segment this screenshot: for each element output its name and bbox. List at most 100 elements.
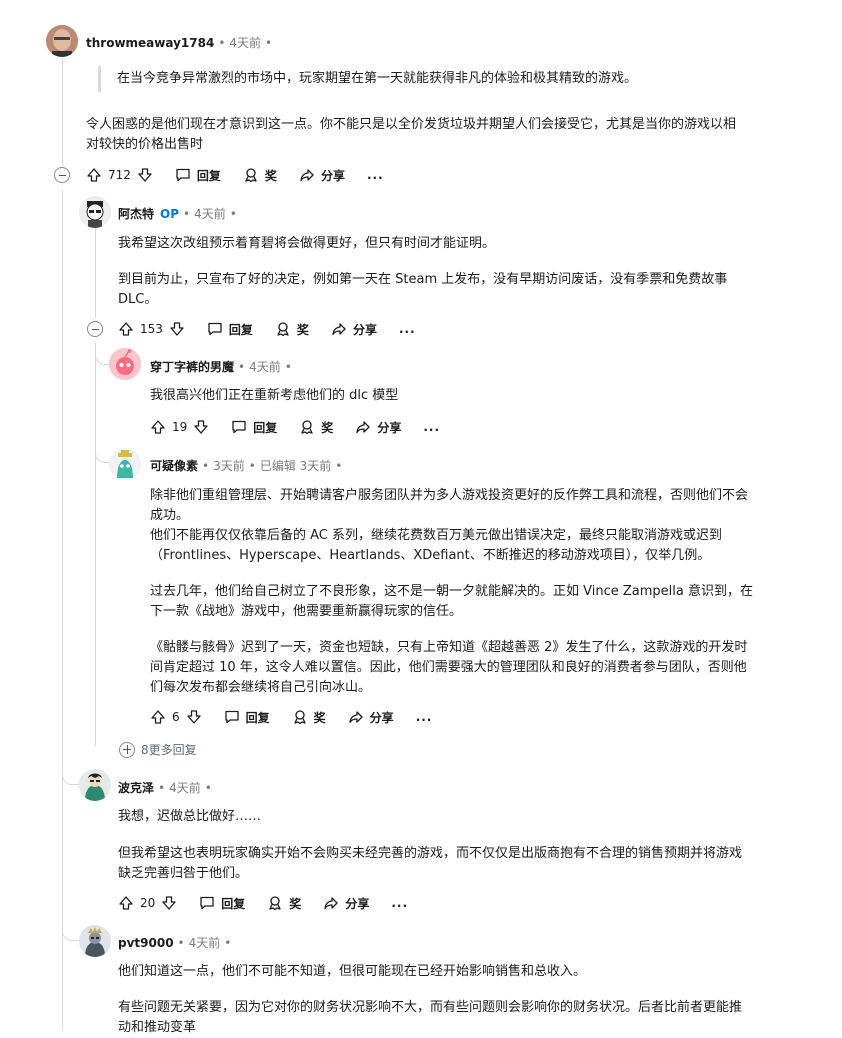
- blockquote: 在当今竞争异常激烈的市场中，玩家期望在第一天就能获得非凡的体验和极其精致的游戏。: [98, 66, 637, 92]
- upvote-icon[interactable]: [118, 321, 134, 337]
- vote-control: 19: [150, 419, 209, 435]
- vote-control: 20: [118, 895, 177, 911]
- comment-body-line: （Frontlines、Hyperscape、Heartlands、XDefia…: [150, 548, 711, 563]
- award-button[interactable]: 奖: [275, 321, 309, 338]
- share-button[interactable]: 分享: [299, 167, 345, 184]
- award-button[interactable]: 奖: [299, 419, 333, 436]
- more-options-button[interactable]: ...: [367, 168, 384, 182]
- username[interactable]: 阿杰特: [118, 205, 154, 222]
- upvote-icon[interactable]: [150, 419, 166, 435]
- username[interactable]: 波克泽: [118, 779, 154, 796]
- thread-branch: [95, 352, 110, 365]
- timestamp[interactable]: 4天前: [194, 205, 226, 222]
- share-icon: [349, 711, 363, 724]
- collapse-icon[interactable]: [54, 167, 70, 183]
- thread-line[interactable]: [62, 58, 63, 166]
- more-options-button[interactable]: ...: [391, 896, 408, 910]
- upvote-icon[interactable]: [118, 895, 134, 911]
- comment-body-line: 我想，迟做总比做好……: [118, 809, 262, 824]
- thread-line[interactable]: [95, 342, 96, 746]
- avatar[interactable]: [79, 925, 111, 957]
- op-badge: OP: [160, 206, 180, 221]
- share-icon: [300, 169, 314, 182]
- timestamp[interactable]: 3天前: [213, 457, 245, 474]
- reply-button[interactable]: 回复: [207, 321, 253, 338]
- share-button[interactable]: 分享: [323, 895, 369, 912]
- award-button[interactable]: 奖: [292, 709, 326, 726]
- username[interactable]: pvt9000: [118, 936, 174, 950]
- edited-label: 已编辑 3天前: [259, 459, 332, 473]
- award-button[interactable]: 奖: [243, 167, 277, 184]
- comment-body-line: 我很高兴他们正在重新考虑他们的 dlc 模型: [150, 388, 399, 403]
- more-options-button[interactable]: ...: [416, 710, 433, 724]
- thread-line[interactable]: [62, 190, 63, 1030]
- reply-icon: [224, 710, 239, 724]
- share-button[interactable]: 分享: [331, 321, 377, 338]
- comment-body-line: 对较快的价格出售时: [86, 137, 204, 152]
- share-icon: [356, 421, 370, 434]
- collapse-icon[interactable]: [87, 321, 103, 337]
- action-bar: 153 回复 奖 分享 ...: [118, 317, 438, 341]
- avatar[interactable]: [79, 196, 111, 228]
- timestamp[interactable]: 4天前: [189, 934, 221, 951]
- action-bar: 6 回复 奖 分享 ...: [150, 705, 454, 729]
- more-options-button[interactable]: ...: [399, 322, 416, 336]
- username[interactable]: 穿丁字裤的男魔: [150, 358, 234, 375]
- downvote-icon[interactable]: [169, 321, 185, 337]
- more-replies-link[interactable]: 8更多回复: [119, 741, 197, 758]
- thread-branch: [62, 770, 79, 785]
- reply-button[interactable]: 回复: [175, 167, 221, 184]
- reply-button[interactable]: 回复: [224, 709, 270, 726]
- share-button[interactable]: 分享: [348, 709, 394, 726]
- share-button[interactable]: 分享: [355, 419, 401, 436]
- username[interactable]: 可疑像素: [150, 457, 198, 474]
- reply-icon: [232, 420, 246, 434]
- comment-meta: pvt9000 • 4天前 •: [118, 934, 232, 951]
- comment-body-line: 成功。: [150, 508, 190, 523]
- vote-count: 153: [140, 322, 163, 336]
- share-icon: [332, 323, 346, 336]
- downvote-icon[interactable]: [161, 895, 177, 911]
- share-icon: [324, 897, 338, 910]
- reply-button[interactable]: 回复: [199, 895, 245, 912]
- award-icon: [269, 896, 281, 911]
- timestamp[interactable]: 4天前: [229, 34, 261, 51]
- vote-count: 19: [172, 420, 188, 434]
- comment-meta: 阿杰特 OP • 4天前 •: [118, 205, 237, 222]
- comment-meta: 穿丁字裤的男魔 • 4天前 •: [150, 358, 292, 375]
- username[interactable]: throwmeaway1784: [86, 36, 214, 50]
- upvote-icon[interactable]: [150, 709, 166, 725]
- comment-body-line: 到目前为止，只宣布了好的决定，例如第一天在 Steam 上发布，没有早期访问废话…: [118, 272, 728, 287]
- comment-body-line: 下一款《战地》游戏中，他需要重新赢得玩家的信任。: [150, 604, 463, 619]
- downvote-icon[interactable]: [137, 167, 153, 183]
- downvote-icon[interactable]: [186, 709, 202, 725]
- comment-body-line: 间肯定超过 10 年，这令人难以置信。因此，他们需要强大的管理团队和良好的消费者…: [150, 660, 747, 675]
- action-bar: 19 回复 奖 分享 ...: [150, 415, 462, 439]
- comment-body-line: 他们知道这一点，他们不可能不知道，但很可能现在已经开始影响销售和总收入。: [118, 964, 587, 979]
- downvote-icon[interactable]: [193, 419, 209, 435]
- comment-body-line: 有些问题无关紧要，因为它对你的财务状况影响不大，而有些问题则会影响你的财务状况。…: [118, 1000, 743, 1015]
- vote-count: 20: [140, 896, 156, 910]
- comment-body-line: 除非他们重组管理层、开始聘请客户服务团队并为多人游戏投资更好的反作弊工具和流程，…: [150, 488, 749, 503]
- avatar[interactable]: [46, 25, 78, 57]
- avatar[interactable]: [109, 348, 141, 380]
- upvote-icon[interactable]: [86, 167, 102, 183]
- timestamp[interactable]: 4天前: [249, 358, 281, 375]
- avatar[interactable]: [109, 448, 141, 480]
- award-button[interactable]: 奖: [267, 895, 301, 912]
- reply-button[interactable]: 回复: [231, 419, 277, 436]
- comment-meta: 波克泽 • 4天前 •: [118, 779, 212, 796]
- comment-body-line: 令人困惑的是他们现在才意识到这一点。你不能只是以全价发货垃圾并期望人们会接受它，…: [86, 117, 737, 132]
- timestamp[interactable]: 4天前: [169, 779, 201, 796]
- reply-icon: [176, 168, 190, 182]
- vote-control: 153: [118, 321, 185, 337]
- avatar[interactable]: [79, 769, 111, 801]
- vote-count: 6: [172, 710, 180, 724]
- award-icon: [294, 710, 306, 725]
- more-options-button[interactable]: ...: [423, 420, 440, 434]
- thread-branch: [95, 448, 110, 463]
- reply-icon: [208, 322, 222, 336]
- thread-line[interactable]: [95, 228, 96, 318]
- comment-meta: 可疑像素 • 3天前 • 已编辑 3天前 •: [150, 457, 343, 474]
- expand-icon[interactable]: [119, 741, 135, 758]
